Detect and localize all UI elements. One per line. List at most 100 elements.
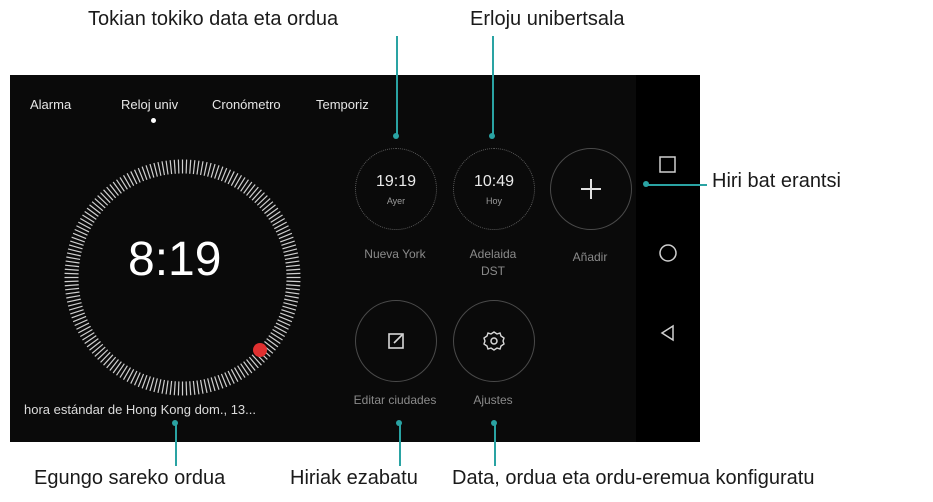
callout-dot-edit [396,420,402,426]
circle-icon[interactable] [658,243,678,263]
dial-tick [248,356,259,369]
dial-tick [66,298,81,303]
dial-tick [173,159,176,174]
dial-tick [264,204,276,214]
dial-tick [145,165,151,179]
dial-tick [285,260,300,264]
dial-tick [65,264,80,268]
dial-tick [109,359,119,371]
callout-line-edit [399,422,401,466]
city-day: Hoy [485,196,502,206]
dial-tick [284,294,299,299]
dial-tick [192,160,196,175]
city-day: Ayer [386,196,406,206]
dial-tick [116,363,125,376]
triangle-back-icon[interactable] [658,323,678,343]
dial-tick [283,302,298,307]
seconds-indicator [253,343,267,357]
dial-tick [189,381,192,396]
city-time: 19:19 [375,173,417,190]
dial-tick [173,381,176,396]
dial-tick [70,309,84,315]
callout-line-network [175,422,177,466]
dial-tick [64,284,79,287]
square-icon[interactable] [658,155,678,175]
dial-tick [67,302,82,307]
dial-tick [89,204,101,214]
dial-tick [91,343,104,354]
dial-tick [66,256,81,261]
dial-tick [103,189,114,201]
dial-tick [251,189,262,201]
callout-dot-add [643,181,649,187]
dial-tick [281,240,295,246]
dial-tick [214,376,220,390]
dial-tick [97,349,109,360]
dial-tick [284,298,299,303]
active-tab-indicator [151,118,156,123]
dial-tick [281,309,295,315]
dial-tick [256,195,268,206]
dial-tick [199,379,204,394]
dial-tick [196,380,200,395]
dial-tick [210,377,216,392]
dial-tick [112,181,122,194]
dial-tick [282,305,297,311]
dial-tick [196,160,200,175]
callout-delete-cities: Hiriak ezabatu [290,467,418,489]
callout-dot-local [393,133,399,139]
dial-tick [189,159,192,174]
dial-tick [100,351,111,363]
dial-tick [285,287,300,291]
tab-stopwatch[interactable]: Cronómetro [212,97,281,112]
dial-tick [64,268,79,271]
callout-date-time-settings: Data, ordua eta ordu-eremua konfiguratu [452,467,815,489]
dial-tick [285,264,300,268]
city-clock-new-york[interactable]: 19:19 Ayer [355,148,437,230]
dial-tick [65,291,80,295]
tab-alarm[interactable]: Alarma [30,97,71,112]
callout-dot-network [172,420,178,426]
dial-tick [70,240,84,246]
dial-tick [109,184,119,196]
dial-tick [207,378,212,393]
dial-tick [68,305,83,311]
dial-tick [284,256,299,261]
dial-tick [161,161,166,176]
dial-tick [100,192,111,204]
dial-tick [84,335,97,344]
dial-tick [68,244,83,250]
callout-line-world [492,36,494,136]
add-city-button[interactable] [550,148,632,230]
dial-tick [86,338,99,348]
dial-tick [203,161,208,176]
dial-tick [103,354,114,366]
dial-tick [94,346,106,357]
callout-network-time: Egungo sareko ordua [34,467,226,489]
dial-tick [157,161,162,176]
dial-tick [169,380,173,395]
dial-tick [65,260,80,264]
main-clock-time: 8:19 [128,233,222,286]
dial-tick [282,244,297,250]
edit-cities-button[interactable] [355,300,437,382]
clock-app-screen: Alarma Reloj univ Cronómetro Temporiz 8:… [10,75,700,442]
city-clock-adelaide[interactable]: 10:49 Hoy [453,148,535,230]
dial-tick [153,378,158,393]
dial-tick [149,377,155,392]
dial-tick [165,160,169,175]
dial-tick [283,248,298,253]
dial-tick [169,160,173,175]
dial-tick [65,287,80,291]
tab-world-clock[interactable]: Reloj univ [121,97,178,112]
dial-tick [112,361,122,374]
network-time-label: hora estándar de Hong Kong dom., 13... [24,402,256,417]
dial-tick [153,162,158,177]
dial-tick [259,198,271,209]
dial-tick [84,211,97,220]
callout-dot-world [489,133,495,139]
callout-line-local [396,36,398,136]
settings-button[interactable] [453,300,535,382]
callout-world-clock: Erloju unibertsala [470,8,625,30]
tab-timer[interactable]: Temporiz [316,97,369,112]
